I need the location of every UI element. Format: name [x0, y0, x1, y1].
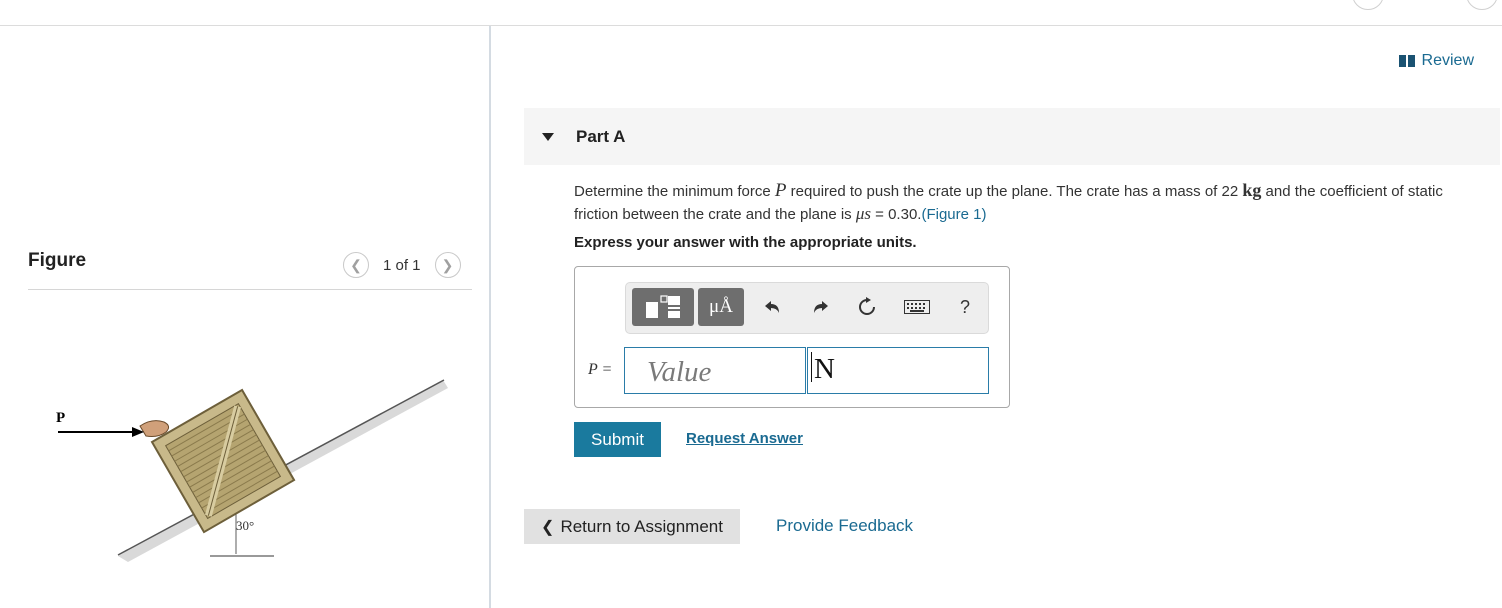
force-label: P [56, 410, 65, 426]
instruction-text: Express your answer with the appropriate… [574, 234, 917, 251]
templates-button[interactable] [632, 288, 694, 326]
next-figure-button[interactable]: ❯ [434, 252, 461, 278]
previous-figure-button[interactable]: ❮ [343, 252, 369, 278]
return-label: Return to Assignment [560, 516, 723, 536]
caret-down-icon [542, 132, 554, 141]
templates-icon [646, 295, 680, 318]
value-input[interactable] [624, 347, 806, 394]
part-header[interactable]: Part A [524, 108, 1500, 165]
return-to-assignment-button[interactable]: ❮ Return to Assignment [524, 509, 740, 544]
chevron-right-icon: ❯ [441, 256, 454, 273]
keyboard-icon[interactable] [904, 296, 930, 318]
chevron-left-icon: ❮ [541, 518, 555, 536]
unit-value: N [814, 353, 835, 385]
figure-link[interactable]: (Figure 1) [921, 206, 986, 223]
top-divider [0, 25, 1502, 26]
crate [150, 388, 296, 534]
question-prefix: Determine the minimum force [574, 183, 775, 200]
top-circle-button[interactable] [1352, 0, 1384, 10]
book-icon [1398, 55, 1415, 67]
part-title: Part A [576, 126, 626, 146]
panel-divider [489, 26, 491, 608]
answer-box: μÅ ? P = N [574, 266, 1010, 408]
unit-input[interactable]: N [807, 347, 989, 394]
submit-button[interactable]: Submit [574, 422, 661, 457]
review-link[interactable]: Review [1398, 52, 1474, 70]
math-toolbar: μÅ ? [625, 282, 989, 334]
provide-feedback-link[interactable]: Provide Feedback [776, 516, 913, 536]
reset-icon[interactable] [856, 296, 878, 318]
top-circle-button[interactable] [1466, 0, 1498, 10]
force-symbol: P [774, 180, 787, 201]
review-label: Review [1421, 52, 1474, 69]
figure-page-count: 1 of 1 [383, 256, 421, 274]
mass-unit: kg [1242, 180, 1262, 200]
redo-icon[interactable] [809, 296, 831, 318]
text-cursor [811, 352, 812, 382]
request-answer-link[interactable]: Request Answer [686, 430, 803, 447]
crate-on-incline-figure: 30° P [56, 379, 448, 562]
figure-pagination: ❮ 1 of 1 ❯ [343, 252, 461, 278]
mu-value: = 0.30. [871, 206, 922, 223]
question-text: Determine the minimum force P required t… [574, 179, 1484, 226]
variable-label: P = [588, 361, 613, 378]
units-button[interactable]: μÅ [698, 288, 744, 326]
chevron-left-icon: ❮ [350, 256, 362, 273]
figure-divider [28, 289, 472, 290]
mu-symbol: μs [855, 204, 871, 223]
undo-icon[interactable] [762, 296, 784, 318]
figure-title: Figure [28, 250, 87, 271]
question-mid: required to push the crate up the plane.… [786, 183, 1243, 200]
help-button[interactable]: ? [954, 296, 976, 318]
angle-label: 30° [236, 518, 254, 533]
